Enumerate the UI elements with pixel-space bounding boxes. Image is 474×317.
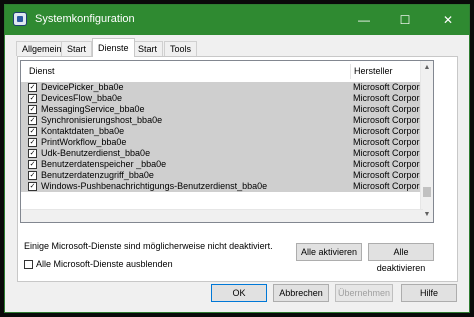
window-title: Systemkonfiguration [35,13,135,25]
table-row[interactable]: ✓ Kontaktdaten_bba0e Microsoft Corporation [21,126,423,137]
disable-all-button[interactable]: Alle deaktivieren [368,243,434,273]
service-name: Windows-Pushbenachrichtigungs-Benutzerdi… [41,181,268,191]
tab-start[interactable]: Start [61,41,93,56]
row-checkbox[interactable]: ✓ [28,182,37,191]
horizontal-scrollbar[interactable] [21,209,423,222]
service-manufacturer: Microsoft Corporation [353,170,423,180]
service-name: Benutzerdatenspeicher _bba0e [41,159,167,169]
ok-button[interactable]: OK [211,284,267,302]
apply-button[interactable]: Übernehmen [335,284,393,302]
service-manufacturer: Microsoft Corporation [353,82,423,92]
scroll-up-icon[interactable]: ▲ [421,61,433,75]
service-manufacturer: Microsoft Corporation [353,148,423,158]
services-list[interactable]: Dienst Hersteller ✓ DevicePicker_bba0e Mic… [20,60,434,223]
row-checkbox[interactable]: ✓ [28,138,37,147]
hide-ms-label[interactable]: Alle Microsoft-Dienste ausblenden [36,259,173,269]
help-button[interactable]: Hilfe [401,284,457,302]
row-checkbox[interactable]: ✓ [28,171,37,180]
service-name: DevicesFlow_bba0e [41,93,123,103]
service-rows: ✓ DevicePicker_bba0e Microsoft Corporation… [21,82,423,192]
row-checkbox[interactable]: ✓ [28,116,37,125]
tab-dienste[interactable]: Dienste [92,38,135,57]
list-header: Dienst Hersteller [21,61,423,83]
service-name: Udk-Benutzerdienst_bba0e [41,148,151,158]
table-row[interactable]: ✓ Udk-Benutzerdienst_bba0e Microsoft Corpo… [21,148,423,159]
close-icon[interactable]: ✕ [429,5,467,35]
header-service[interactable]: Dienst [29,61,55,82]
service-name: Kontaktdaten_bba0e [41,126,125,136]
info-note: Einige Microsoft-Dienste sind möglicherw… [24,241,273,251]
maximize-icon[interactable]: ☐ [386,5,424,35]
title-bar[interactable]: Systemkonfiguration — ☐ ✕ [5,5,469,35]
vertical-scrollbar[interactable]: ▲ ▼ [420,61,433,222]
table-row[interactable]: ✓ Benutzerdatenzugriff_bba0e Microsoft Cor… [21,170,423,181]
row-checkbox[interactable]: ✓ [28,127,37,136]
row-checkbox[interactable]: ✓ [28,160,37,169]
hide-ms-checkbox[interactable] [24,260,33,269]
table-row[interactable]: ✓ Benutzerdatenspeicher _bba0e Microsoft C… [21,159,423,170]
service-name: DevicePicker_bba0e [41,82,124,92]
service-manufacturer: Microsoft Corporation [353,181,423,191]
enable-all-button[interactable]: Alle aktivieren [296,243,362,261]
service-name: Benutzerdatenzugriff_bba0e [41,170,154,180]
table-row[interactable]: ✓ Windows-Pushbenachrichtigungs-Benutzerd… [21,181,423,192]
cancel-button[interactable]: Abbrechen [273,284,329,302]
row-checkbox[interactable]: ✓ [28,94,37,103]
table-row[interactable]: ✓ DevicesFlow_bba0e Microsoft Corporation [21,93,423,104]
service-name: MessagingService_bba0e [41,104,145,114]
service-manufacturer: Microsoft Corporation [353,115,423,125]
table-row[interactable]: ✓ PrintWorkflow_bba0e Microsoft Corporatio… [21,137,423,148]
table-row[interactable]: ✓ DevicePicker_bba0e Microsoft Corporation [21,82,423,93]
tab-tools[interactable]: Tools [164,41,198,56]
service-name: Synchronisierungshost_bba0e [41,115,163,125]
service-manufacturer: Microsoft Corporation [353,93,423,103]
service-name: PrintWorkflow_bba0e [41,137,127,147]
table-row[interactable]: ✓ MessagingService_bba0e Microsoft Corpora… [21,104,423,115]
service-manufacturer: Microsoft Corporation [353,159,423,169]
tab-start-2[interactable]: Start [132,41,164,56]
app-icon [13,12,27,26]
header-divider[interactable] [350,64,351,79]
service-manufacturer: Microsoft Corporation [353,126,423,136]
table-row[interactable]: ✓ Synchronisierungshost_bba0e Microsoft Co… [21,115,423,126]
header-manufacturer[interactable]: Hersteller [354,61,393,82]
row-checkbox[interactable]: ✓ [28,149,37,158]
row-checkbox[interactable]: ✓ [28,105,37,114]
service-manufacturer: Microsoft Corporation [353,137,423,147]
row-checkbox[interactable]: ✓ [28,83,37,92]
service-manufacturer: Microsoft Corporation [353,104,423,114]
scroll-thumb[interactable] [423,187,431,197]
tab-allgemein[interactable]: Allgemein [16,41,68,56]
minimize-icon[interactable]: — [345,5,383,35]
